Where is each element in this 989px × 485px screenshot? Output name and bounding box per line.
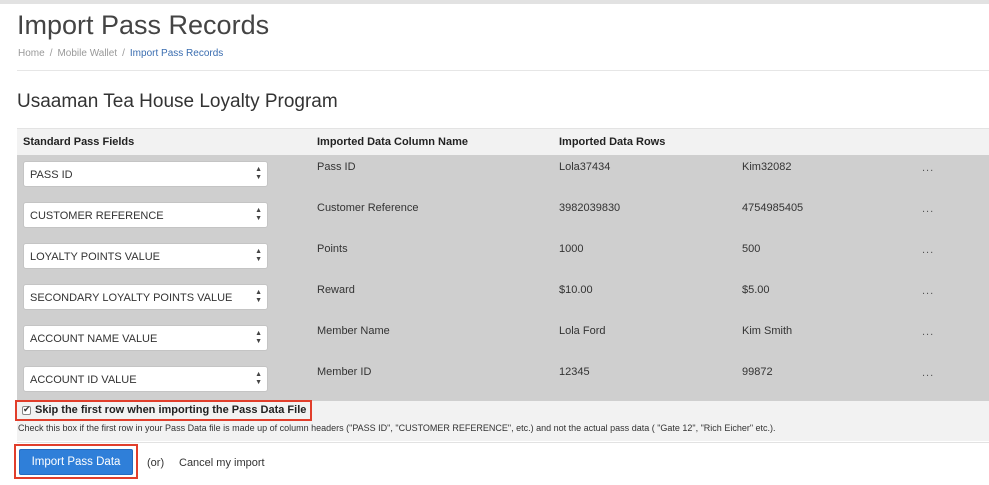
select-value: CUSTOMER REFERENCE [30, 210, 164, 222]
column-name-cell: Member Name [317, 325, 390, 337]
more-ellipsis-icon[interactable]: ... [922, 326, 934, 338]
breadcrumb: Home / Mobile Wallet / Import Pass Records [18, 48, 223, 59]
page-title: Import Pass Records [17, 10, 270, 40]
select-value: LOYALTY POINTS VALUE [30, 251, 161, 263]
data-row-1-cell: 3982039830 [559, 202, 621, 214]
data-row-1-cell: 1000 [559, 243, 584, 255]
header-standard-fields: Standard Pass Fields [23, 136, 135, 148]
breadcrumb-separator: / [122, 48, 125, 59]
more-ellipsis-icon[interactable]: ... [922, 203, 934, 215]
actions-divider [17, 442, 989, 443]
select-updown-icon: ▲ ▼ [255, 289, 262, 304]
breadcrumb-current: Import Pass Records [129, 48, 224, 59]
table-row: ACCOUNT NAME VALUE ▲ ▼ Member Name Lola F… [17, 319, 989, 360]
table-row: SECONDARY LOYALTY POINTS VALUE ▲ ▼ Reward… [17, 278, 989, 319]
select-value: PASS ID [30, 169, 73, 181]
top-divider [0, 0, 989, 4]
field-select-account-id[interactable]: ACCOUNT ID VALUE ▲ ▼ [23, 366, 268, 392]
more-ellipsis-icon[interactable]: ... [922, 285, 934, 297]
table-row: ACCOUNT ID VALUE ▲ ▼ Member ID 12345 9987… [17, 360, 989, 401]
column-name-cell: Customer Reference [317, 202, 419, 214]
more-ellipsis-icon[interactable]: ... [922, 244, 934, 256]
field-select-customer-reference[interactable]: CUSTOMER REFERENCE ▲ ▼ [23, 202, 268, 228]
breadcrumb-home[interactable]: Home [18, 48, 45, 59]
data-row-2-cell: Kim32082 [742, 161, 792, 173]
select-updown-icon: ▲ ▼ [255, 371, 262, 386]
table-row: LOYALTY POINTS VALUE ▲ ▼ Points 1000 500 … [17, 237, 989, 278]
breadcrumb-separator: / [49, 48, 53, 59]
data-row-2-cell: 4754985405 [742, 202, 804, 214]
header-column-name: Imported Data Column Name [317, 136, 468, 148]
data-row-2-cell: $5.00 [742, 284, 770, 296]
select-updown-icon: ▲ ▼ [255, 166, 262, 181]
table-row: PASS ID ▲ ▼ Pass ID Lola37434 Kim32082 ..… [17, 155, 989, 196]
field-select-pass-id[interactable]: PASS ID ▲ ▼ [23, 161, 268, 187]
field-select-secondary-loyalty-points[interactable]: SECONDARY LOYALTY POINTS VALUE ▲ ▼ [23, 284, 268, 310]
select-value: ACCOUNT ID VALUE [30, 374, 137, 386]
select-value: SECONDARY LOYALTY POINTS VALUE [30, 292, 233, 304]
select-updown-icon: ▲ ▼ [255, 330, 262, 345]
import-pass-data-button[interactable]: Import Pass Data [19, 449, 133, 475]
column-name-cell: Reward [317, 284, 355, 296]
column-name-cell: Member ID [317, 366, 372, 378]
or-text: (or) [147, 457, 165, 469]
column-name-cell: Points [317, 243, 348, 255]
breadcrumb-divider [17, 70, 989, 71]
mapping-table: PASS ID ▲ ▼ Pass ID Lola37434 Kim32082 ..… [17, 155, 989, 401]
skip-first-row-label[interactable]: Skip the first row when importing the Pa… [35, 404, 306, 416]
data-row-2-cell: 500 [742, 243, 761, 255]
data-row-2-cell: 99872 [742, 366, 773, 378]
table-row: CUSTOMER REFERENCE ▲ ▼ Customer Reference… [17, 196, 989, 237]
skip-first-row-help: Check this box if the first row in your … [18, 423, 776, 433]
header-data-rows: Imported Data Rows [559, 136, 666, 148]
data-row-1-cell: 12345 [559, 366, 590, 378]
data-row-1-cell: Lola37434 [559, 161, 611, 173]
field-select-account-name[interactable]: ACCOUNT NAME VALUE ▲ ▼ [23, 325, 268, 351]
more-ellipsis-icon[interactable]: ... [922, 367, 934, 379]
more-ellipsis-icon[interactable]: ... [922, 162, 934, 174]
table-header: Standard Pass Fields Imported Data Colum… [17, 128, 989, 156]
cancel-import-link[interactable]: Cancel my import [179, 457, 265, 469]
data-row-2-cell: Kim Smith [742, 325, 793, 337]
program-title: Usaaman Tea House Loyalty Program [17, 91, 338, 112]
select-updown-icon: ▲ ▼ [255, 248, 262, 263]
select-updown-icon: ▲ ▼ [255, 207, 262, 222]
data-row-1-cell: $10.00 [559, 284, 593, 296]
breadcrumb-mobile-wallet[interactable]: Mobile Wallet [57, 48, 117, 59]
field-select-loyalty-points[interactable]: LOYALTY POINTS VALUE ▲ ▼ [23, 243, 268, 269]
column-name-cell: Pass ID [317, 161, 356, 173]
select-value: ACCOUNT NAME VALUE [30, 333, 158, 345]
data-row-1-cell: Lola Ford [559, 325, 606, 337]
skip-first-row-checkbox[interactable] [22, 404, 31, 415]
